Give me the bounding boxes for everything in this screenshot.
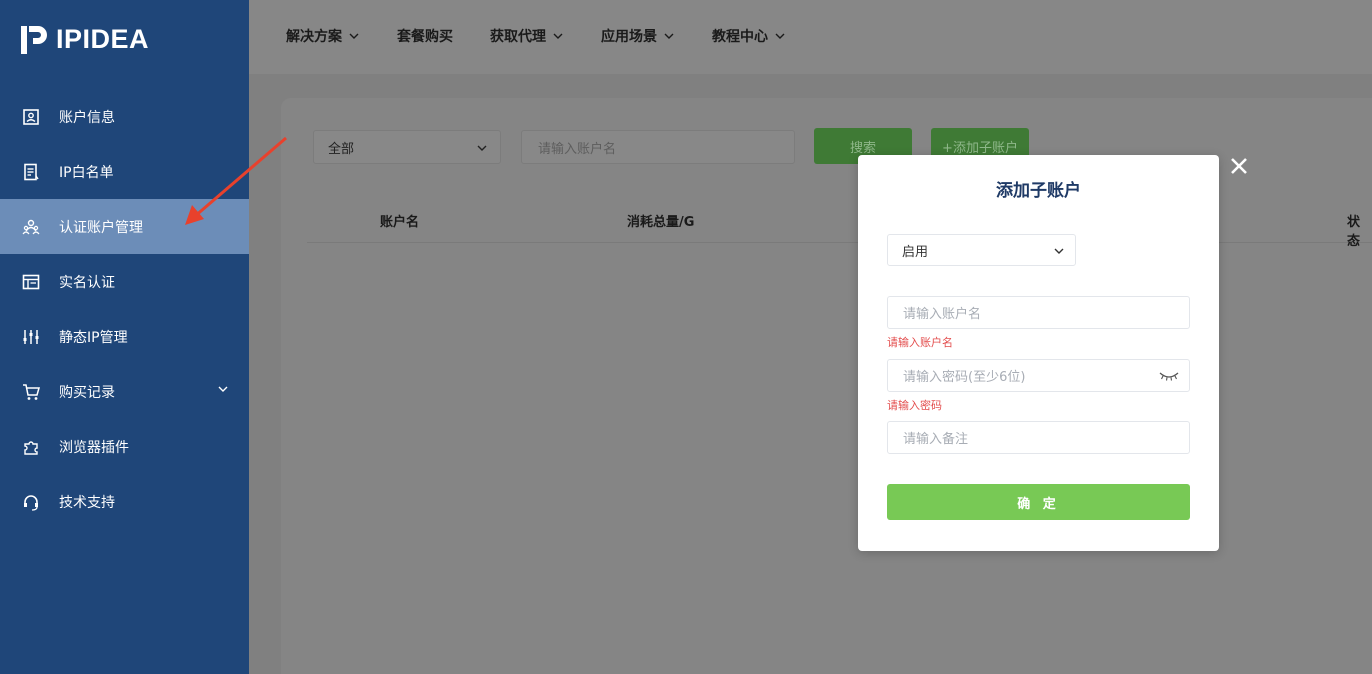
status-filter-select[interactable]: 全部 [313, 130, 501, 164]
eye-closed-icon[interactable] [1159, 370, 1179, 382]
topnav-get-proxy[interactable]: 获取代理 [490, 26, 564, 46]
ipidea-logo-icon [21, 25, 47, 54]
topnav-label: 应用场景 [601, 29, 657, 45]
status-select[interactable]: 启用 [887, 234, 1076, 266]
topnav-use-cases[interactable]: 应用场景 [601, 26, 675, 46]
sidebar-item-browser-plugin[interactable]: 浏览器插件 [0, 419, 249, 474]
users-icon [22, 218, 40, 236]
sidebar-item-real-name-auth[interactable]: 实名认证 [0, 254, 249, 309]
column-header-status: 状态 [1347, 215, 1361, 249]
select-value: 启用 [902, 244, 929, 260]
password-error: 请输入密码 [887, 399, 942, 412]
password-input[interactable]: 请输入密码(至少6位) [887, 359, 1190, 392]
topnav-solutions[interactable]: 解决方案 [286, 26, 360, 46]
brand-name: IPIDEA [56, 24, 150, 54]
input-placeholder: 请输入备注 [903, 432, 969, 447]
input-placeholder: 请输入账户名 [538, 141, 617, 157]
puzzle-icon [22, 438, 40, 456]
chevron-down-icon [664, 33, 674, 39]
account-name-error: 请输入账户名 [887, 336, 953, 349]
topnav-package-purchase[interactable]: 套餐购买 [397, 26, 453, 46]
topnav-label: 解决方案 [286, 29, 342, 45]
top-bar: 解决方案 套餐购买 获取代理 应用场景 教程中心 [249, 0, 1372, 74]
remark-input[interactable]: 请输入备注 [887, 421, 1190, 454]
input-placeholder: 请输入账户名 [903, 307, 982, 322]
close-icon[interactable] [1229, 156, 1249, 176]
topnav-label: 教程中心 [712, 29, 768, 45]
account-search-input[interactable]: 请输入账户名 [521, 130, 795, 164]
sidebar: IPIDEA 账户信息 IP白名单 认证账户管理 实名认证 静态IP管理 购买记… [0, 0, 249, 674]
confirm-button[interactable]: 确 定 [887, 484, 1190, 520]
sidebar-item-label: 实名认证 [59, 274, 115, 291]
sidebar-item-label: 静态IP管理 [59, 329, 128, 346]
chevron-down-icon[interactable] [217, 383, 229, 395]
topnav-tutorial-center[interactable]: 教程中心 [712, 26, 786, 46]
sidebar-item-label: 浏览器插件 [59, 439, 129, 456]
sidebar-item-label: 认证账户管理 [59, 219, 143, 236]
select-value: 全部 [328, 141, 355, 157]
cart-icon [22, 383, 40, 401]
input-placeholder: 请输入密码(至少6位) [903, 370, 1026, 385]
headset-icon [22, 493, 40, 511]
red-arrow-annotation [185, 136, 287, 225]
dialog-title: 添加子账户 [996, 181, 1081, 201]
sidebar-item-static-ip[interactable]: 静态IP管理 [0, 309, 249, 364]
sidebar-item-label: 账户信息 [59, 109, 115, 126]
add-subaccount-dialog: 添加子账户 启用 请输入账户名 请输入账户名 请输入密码(至少6位) 请输入密码… [858, 155, 1219, 551]
topnav-label: 获取代理 [490, 29, 546, 45]
column-header-account: 账户名 [380, 215, 420, 230]
whitelist-icon [22, 163, 40, 181]
chevron-down-icon [553, 33, 563, 39]
id-card-icon [22, 273, 40, 291]
chevron-down-icon [349, 33, 359, 39]
sidebar-item-label: IP白名单 [59, 164, 114, 181]
topnav-label: 套餐购买 [397, 29, 453, 45]
sidebar-item-label: 购买记录 [59, 384, 115, 401]
chevron-down-icon [1054, 248, 1064, 254]
account-info-icon [22, 108, 40, 126]
account-name-input[interactable]: 请输入账户名 [887, 296, 1190, 329]
logo[interactable]: IPIDEA [20, 24, 149, 55]
chevron-down-icon [477, 145, 487, 151]
sidebar-item-label: 技术支持 [59, 494, 115, 511]
sidebar-item-tech-support[interactable]: 技术支持 [0, 474, 249, 529]
sliders-icon [22, 328, 40, 346]
chevron-down-icon [775, 33, 785, 39]
top-nav: 解决方案 套餐购买 获取代理 应用场景 教程中心 [286, 26, 823, 46]
sidebar-item-purchase-records[interactable]: 购买记录 [0, 364, 249, 419]
column-header-usage: 消耗总量/G [627, 215, 695, 230]
